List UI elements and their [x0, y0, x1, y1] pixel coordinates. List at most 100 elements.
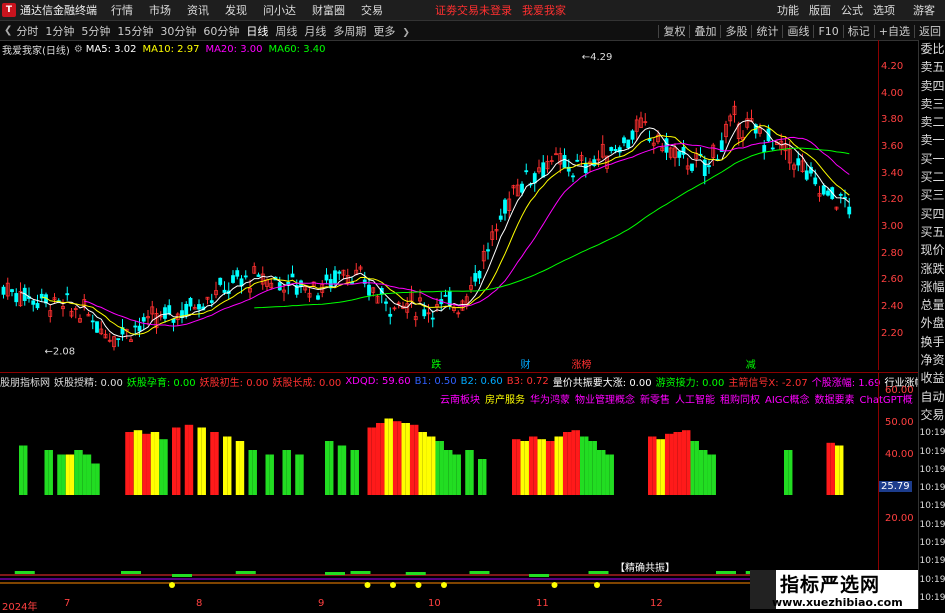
indicator-chart[interactable]: 【精确共振】 [0, 372, 878, 599]
indicator-bar [554, 436, 559, 495]
tool-button-5[interactable]: F10 [813, 24, 843, 38]
side-panel-item[interactable]: 10:19 [919, 534, 945, 552]
indicator-bar [410, 424, 415, 495]
concept-tag-6[interactable]: 租购同权 [720, 391, 760, 406]
tool-button-0[interactable]: 复权 [658, 24, 690, 38]
period-tab-5[interactable]: 60分钟 [203, 25, 239, 38]
side-panel-item[interactable]: 买一 [919, 150, 945, 168]
side-panel-item[interactable]: 10:19 [919, 443, 945, 461]
concept-tag-5[interactable]: 人工智能 [675, 391, 715, 406]
indicator-bar [367, 427, 372, 495]
concept-tag-3[interactable]: 物业管理概念 [575, 391, 635, 406]
candles [1, 100, 852, 351]
side-panel-item[interactable]: 10:19 [919, 424, 945, 442]
side-panel-item[interactable]: 涨幅 [919, 278, 945, 296]
period-tab-6[interactable]: 日线 [246, 25, 268, 38]
indicator-bar [571, 430, 576, 495]
period-tab-3[interactable]: 15分钟 [117, 25, 153, 38]
event-marker[interactable]: 财 [521, 358, 531, 370]
period-tab-2[interactable]: 5分钟 [81, 25, 110, 38]
indicator-bar [452, 454, 457, 495]
date-tick: 12 [650, 598, 663, 609]
side-panel-item[interactable]: 净资 [919, 351, 945, 369]
period-tab-8[interactable]: 月线 [304, 25, 326, 38]
menu-item-wealth[interactable]: 财富圈 [312, 2, 345, 18]
concept-tag-0[interactable]: 云南板块 [440, 391, 480, 406]
side-panel-item[interactable]: 委比 [919, 40, 945, 58]
collapse-icon[interactable]: ❮ [4, 25, 12, 36]
tool-button-4[interactable]: 画线 [782, 24, 814, 38]
period-tab-7[interactable]: 周线 [275, 25, 297, 38]
candle-body [422, 309, 427, 317]
side-panel-item[interactable]: 10:19 [919, 497, 945, 515]
side-panel-item[interactable]: 买五 [919, 223, 945, 241]
indicator-bar [456, 454, 461, 495]
indicator-bar [201, 427, 206, 495]
side-panel-item[interactable]: 换手 [919, 333, 945, 351]
menu-item-quotes[interactable]: 行情 [111, 2, 133, 18]
concept-tag-7[interactable]: AIGC概念 [765, 391, 810, 406]
indicator-bar [48, 450, 53, 495]
menu-item-market[interactable]: 市场 [149, 2, 171, 18]
side-panel-item[interactable]: 买四 [919, 205, 945, 223]
concept-tag-4[interactable]: 新零售 [640, 391, 670, 406]
side-panel-item[interactable]: 10:19 [919, 552, 945, 570]
candle-body [562, 155, 567, 168]
side-panel-item[interactable]: 卖一 [919, 131, 945, 149]
candlestick-chart[interactable]: ←4.29 ←2.08 跌 财 涨榜 减 [0, 40, 878, 370]
period-tab-9[interactable]: 多周期 [333, 25, 366, 38]
concept-tag-8[interactable]: 数据要素 [815, 391, 855, 406]
side-panel-item[interactable]: 10:19 [919, 571, 945, 589]
menu-item-news[interactable]: 资讯 [187, 2, 209, 18]
side-panel-item[interactable]: 收益 [919, 369, 945, 387]
period-tab-0[interactable]: 分时 [16, 25, 38, 38]
menu-item-formula[interactable]: 公式 [841, 2, 863, 18]
menu-item-function[interactable]: 功能 [777, 2, 799, 18]
indicator-bar [465, 450, 470, 495]
tool-button-6[interactable]: 标记 [842, 24, 874, 38]
period-tab-1[interactable]: 1分钟 [45, 25, 74, 38]
side-panel-item[interactable]: 交易 [919, 406, 945, 424]
side-panel-item[interactable]: 涨跌 [919, 260, 945, 278]
menu-item-discover[interactable]: 发现 [225, 2, 247, 18]
event-marker[interactable]: 减 [746, 359, 756, 370]
side-panel-item[interactable]: 自动 [919, 388, 945, 406]
more-chevron-icon[interactable]: ❯ [402, 28, 410, 38]
side-panel-item[interactable]: 现价 [919, 241, 945, 259]
menu-item-ask[interactable]: 问小达 [263, 2, 296, 18]
tool-button-7[interactable]: +自选 [873, 24, 914, 38]
event-marker[interactable]: 跌 [431, 358, 441, 370]
guest-user[interactable]: 游客 [913, 2, 935, 18]
event-marker[interactable]: 涨榜 [572, 358, 592, 370]
indicator-bar [150, 432, 155, 495]
menu-item-trade[interactable]: 交易 [361, 2, 383, 18]
trade-login-warning[interactable]: 证劵交易未登录 [435, 2, 512, 18]
side-panel-item[interactable]: 卖四 [919, 77, 945, 95]
side-panel-item[interactable]: 10:19 [919, 461, 945, 479]
side-panel-item[interactable]: 外盘 [919, 314, 945, 332]
side-panel-item[interactable]: 买二 [919, 168, 945, 186]
side-panel-item[interactable]: 10:19 [919, 589, 945, 607]
menu-item-layout[interactable]: 版面 [809, 2, 831, 18]
concept-tag-2[interactable]: 华为鸿蒙 [530, 391, 570, 406]
side-panel-item[interactable]: 买三 [919, 186, 945, 204]
candle-body [316, 295, 320, 300]
indicator-bar [567, 432, 572, 495]
indicator-bar [605, 454, 610, 495]
indicator-bar [337, 445, 342, 495]
side-panel-item[interactable]: 总量 [919, 296, 945, 314]
tool-button-2[interactable]: 多股 [720, 24, 752, 38]
candle-body [231, 275, 235, 283]
side-panel-item[interactable]: 卖三 [919, 95, 945, 113]
concept-tag-1[interactable]: 房产服务 [485, 391, 525, 406]
tool-button-3[interactable]: 统计 [751, 24, 783, 38]
tool-button-8[interactable]: 返回 [914, 24, 945, 38]
tool-button-1[interactable]: 叠加 [689, 24, 721, 38]
period-tab-10[interactable]: 更多 [373, 25, 395, 38]
side-panel-item[interactable]: 10:19 [919, 479, 945, 497]
side-panel-item[interactable]: 卖五 [919, 58, 945, 76]
menu-item-options[interactable]: 选项 [873, 2, 895, 18]
side-panel-item[interactable]: 10:19 [919, 516, 945, 534]
period-tab-4[interactable]: 30分钟 [160, 25, 196, 38]
side-panel-item[interactable]: 卖二 [919, 113, 945, 131]
